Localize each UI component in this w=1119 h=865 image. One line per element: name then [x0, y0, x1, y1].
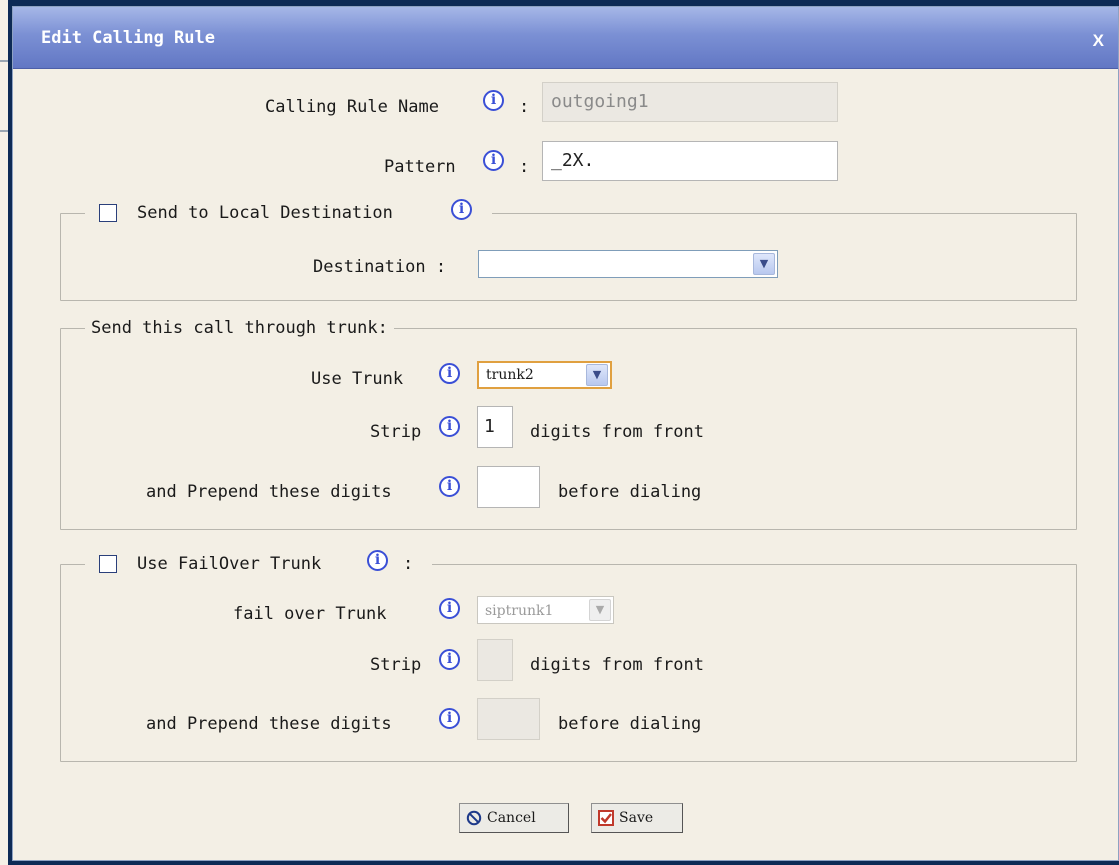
info-icon[interactable]: i: [483, 150, 504, 171]
pattern-input[interactable]: _2X.: [542, 141, 838, 181]
colon: :: [403, 554, 414, 574]
strip-input[interactable]: 1: [477, 406, 513, 448]
destination-select[interactable]: ▼: [478, 250, 778, 278]
info-icon[interactable]: i: [439, 416, 460, 437]
info-icon[interactable]: i: [439, 363, 460, 384]
info-icon[interactable]: i: [439, 598, 460, 619]
edge-mark: [0, 130, 8, 132]
destination-label: Destination :: [313, 257, 447, 277]
prohibit-icon: [466, 810, 482, 826]
info-icon[interactable]: i: [451, 199, 472, 220]
chevron-down-icon[interactable]: ▼: [753, 253, 775, 275]
save-button-label: Save: [619, 810, 654, 826]
background-panel-edge: [0, 0, 8, 865]
failover-legend: Use FailOver Trunk i :: [85, 550, 432, 576]
info-icon[interactable]: i: [439, 649, 460, 670]
info-icon[interactable]: i: [439, 708, 460, 729]
cancel-button[interactable]: Cancel: [459, 803, 569, 833]
strip-label: Strip: [370, 422, 422, 442]
prepend-suffix: before dialing: [558, 482, 702, 502]
info-icon[interactable]: i: [439, 476, 460, 497]
trunk-legend-label: Send this call through trunk:: [91, 318, 388, 338]
failover-prepend-suffix: before dialing: [558, 714, 702, 734]
failover-strip-input[interactable]: [477, 639, 513, 681]
pattern-label: Pattern: [384, 157, 456, 177]
strip-suffix: digits from front: [530, 422, 704, 442]
chevron-down-icon[interactable]: ▼: [589, 599, 611, 621]
edge-mark: [0, 60, 8, 62]
failover-strip-label: Strip: [370, 655, 422, 675]
info-icon[interactable]: i: [483, 90, 504, 111]
local-destination-label: Send to Local Destination: [137, 203, 393, 223]
failover-trunk-value: siptrunk1: [485, 603, 554, 619]
prepend-input[interactable]: [477, 466, 540, 508]
rule-name-label: Calling Rule Name: [265, 97, 439, 117]
local-destination-legend: Send to Local Destination i: [85, 199, 492, 225]
checkbox-checked-icon: [598, 810, 614, 826]
use-trunk-select[interactable]: trunk2 ▼: [477, 361, 612, 389]
failover-prepend-input[interactable]: [477, 698, 540, 740]
failover-checkbox[interactable]: [99, 555, 117, 573]
dialog-titlebar[interactable]: Edit Calling Rule X: [13, 7, 1118, 69]
close-button[interactable]: X: [1093, 31, 1104, 51]
save-button[interactable]: Save: [591, 803, 683, 833]
local-destination-checkbox[interactable]: [99, 204, 117, 222]
failover-prepend-label: and Prepend these digits: [146, 714, 392, 734]
dialog-title: Edit Calling Rule: [41, 28, 215, 48]
info-icon[interactable]: i: [367, 550, 388, 571]
failover-strip-suffix: digits from front: [530, 655, 704, 675]
failover-trunk-select[interactable]: siptrunk1 ▼: [477, 596, 614, 624]
cancel-button-label: Cancel: [487, 810, 536, 826]
prepend-label: and Prepend these digits: [146, 482, 392, 502]
failover-trunk-label: fail over Trunk: [233, 604, 387, 624]
use-trunk-value: trunk2: [486, 367, 534, 383]
edit-calling-rule-dialog: Edit Calling Rule X Calling Rule Name i …: [12, 6, 1119, 861]
colon: :: [519, 97, 530, 117]
chevron-down-icon[interactable]: ▼: [586, 364, 608, 386]
failover-label: Use FailOver Trunk: [137, 554, 322, 574]
colon: :: [519, 157, 530, 177]
use-trunk-label: Use Trunk: [311, 369, 404, 389]
rule-name-input[interactable]: outgoing1: [542, 82, 838, 122]
trunk-legend: Send this call through trunk:: [85, 316, 394, 340]
